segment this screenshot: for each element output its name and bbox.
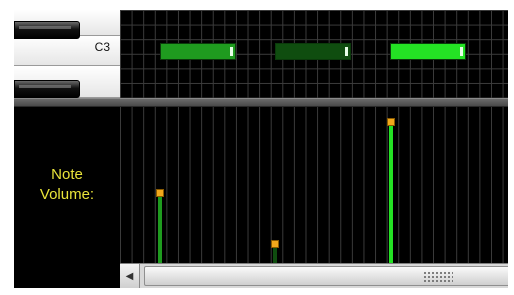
- piano-keyboard[interactable]: C3: [14, 10, 120, 98]
- volume-bar[interactable]: [389, 122, 393, 263]
- scrollbar-thumb[interactable]: [144, 266, 508, 286]
- volume-bar[interactable]: [158, 193, 162, 263]
- note-volume-label: Note Volume:: [14, 107, 120, 263]
- piano-roll-editor: C3 Note Volume: ◀: [14, 10, 508, 288]
- note-block[interactable]: [390, 43, 466, 60]
- volume-label-line1: Note: [51, 166, 83, 183]
- horizontal-scrollbar[interactable]: ◀: [120, 263, 508, 288]
- left-arrow-icon: ◀: [125, 270, 134, 282]
- volume-handle[interactable]: [271, 240, 279, 248]
- volume-label-line2: Volume:: [39, 186, 95, 203]
- pane-divider[interactable]: [14, 98, 508, 107]
- key-label-c3: C3: [94, 40, 110, 54]
- piano-black-key[interactable]: [14, 80, 80, 98]
- note-block[interactable]: [160, 43, 236, 60]
- volume-grid[interactable]: [120, 107, 508, 263]
- note-block[interactable]: [275, 43, 351, 60]
- volume-handle[interactable]: [156, 189, 164, 197]
- scroll-left-button[interactable]: ◀: [120, 264, 140, 288]
- volume-handle[interactable]: [387, 118, 395, 126]
- note-grid[interactable]: [120, 10, 508, 98]
- grip-dots-icon: [423, 271, 453, 283]
- piano-black-key[interactable]: [14, 21, 80, 39]
